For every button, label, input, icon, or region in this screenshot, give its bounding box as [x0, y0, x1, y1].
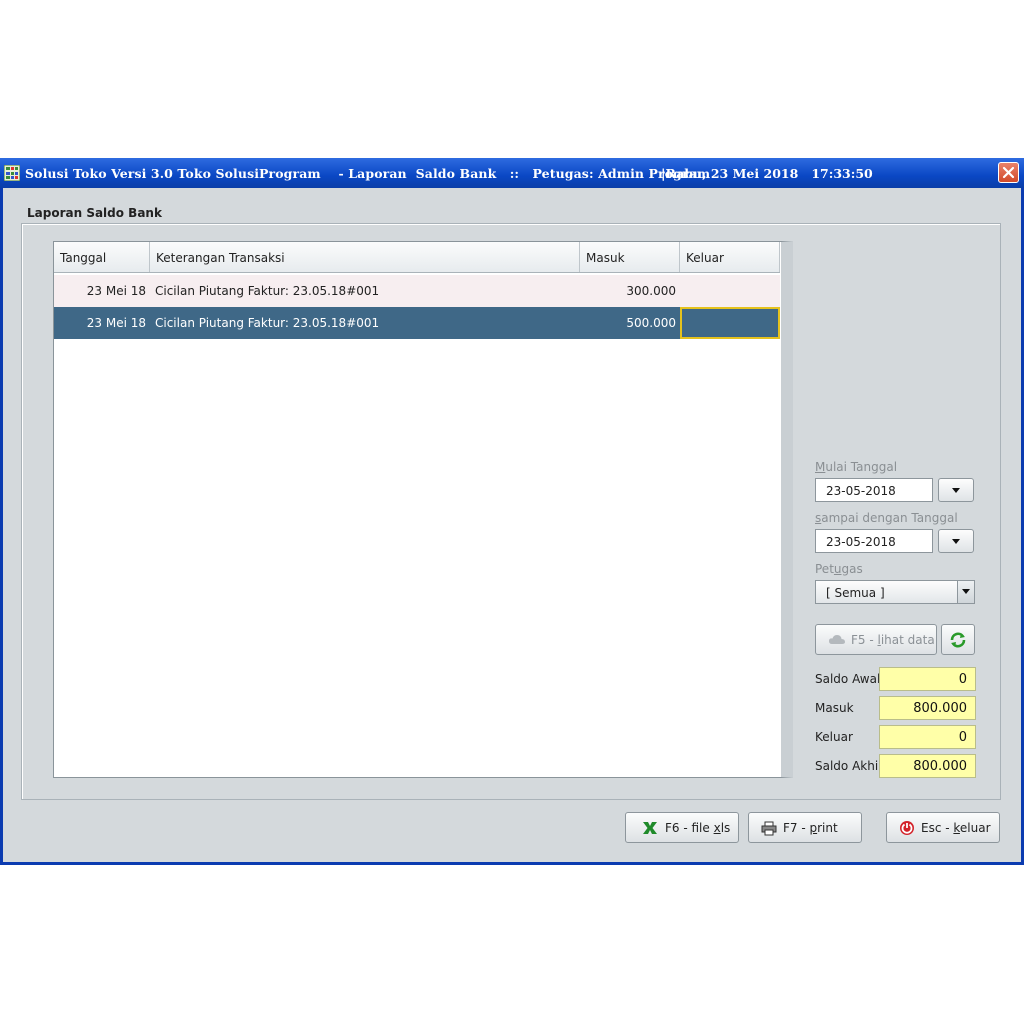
column-header-masuk[interactable]: Masuk	[580, 242, 680, 272]
petugas-selected-value: [ Semua ]	[826, 586, 885, 600]
dropdown-arrow-icon	[952, 539, 960, 544]
refresh-button[interactable]	[941, 624, 975, 655]
exit-icon	[900, 821, 914, 835]
table-row[interactable]: 23 Mei 18 Cicilan Piutang Faktur: 23.05.…	[54, 275, 780, 307]
masuk-label: Masuk	[815, 701, 854, 715]
title-bar: Solusi Toko Versi 3.0 Toko SolusiProgram…	[0, 158, 1024, 188]
app-grid-icon	[4, 165, 20, 181]
exit-button[interactable]: Esc - keluar	[886, 812, 1000, 843]
cell-keterangan: Cicilan Piutang Faktur: 23.05.18#001	[155, 316, 380, 330]
mulai-tanggal-input[interactable]: 23-05-2018	[815, 478, 933, 502]
print-button[interactable]: F7 - print	[748, 812, 862, 843]
saldo-akhir-label: Saldo Akhir	[815, 759, 884, 773]
column-header-keterangan[interactable]: Keterangan Transaksi	[150, 242, 580, 272]
panel-caption: Laporan Saldo Bank	[27, 206, 162, 220]
saldo-akhir-field: 800.000	[879, 754, 976, 778]
transactions-table[interactable]: Tanggal Keterangan Transaksi Masuk Kelua…	[53, 241, 793, 778]
sampai-tanggal-input[interactable]: 23-05-2018	[815, 529, 933, 553]
table-header: Tanggal Keterangan Transaksi Masuk Kelua…	[54, 242, 780, 273]
excel-icon	[643, 822, 657, 834]
cell-tanggal: 23 Mei 18	[86, 284, 146, 298]
table-row[interactable]: 23 Mei 18 Cicilan Piutang Faktur: 23.05.…	[54, 307, 780, 339]
client-area: Laporan Saldo Bank Tanggal Keterangan Tr…	[3, 188, 1021, 862]
lihat-data-button[interactable]: F5 - lihat data	[815, 624, 937, 655]
refresh-icon	[950, 632, 966, 648]
keluar-field: 0	[879, 725, 976, 749]
sampai-tanggal-label: sampai dengan Tanggal	[815, 511, 958, 525]
column-header-tanggal[interactable]: Tanggal	[54, 242, 150, 272]
cell-keterangan: Cicilan Piutang Faktur: 23.05.18#001	[155, 284, 380, 298]
keluar-label: Keluar	[815, 730, 853, 744]
cloud-icon	[829, 635, 845, 644]
window-datetime: |Rabu, 23 Mei 2018 17:33:50	[661, 166, 873, 181]
mulai-tanggal-dropdown-button[interactable]	[938, 478, 974, 502]
close-button[interactable]	[998, 162, 1019, 183]
petugas-label: Petugas	[815, 562, 863, 576]
cell-keluar	[680, 275, 776, 307]
column-header-keluar[interactable]: Keluar	[680, 242, 780, 272]
mulai-tanggal-label: Mulai Tanggal	[815, 460, 898, 474]
petugas-select[interactable]: [ Semua ]	[815, 580, 975, 604]
cell-tanggal: 23 Mei 18	[86, 316, 146, 330]
export-xls-button[interactable]: F6 - file xls	[625, 812, 739, 843]
dropdown-arrow-icon	[957, 581, 974, 603]
saldo-awal-field: 0	[879, 667, 976, 691]
cell-masuk: 300.000	[626, 284, 676, 298]
window-title: Solusi Toko Versi 3.0 Toko SolusiProgram…	[25, 166, 711, 181]
dropdown-arrow-icon	[952, 488, 960, 493]
cell-masuk: 500.000	[626, 316, 676, 330]
cell-keluar-focused[interactable]	[680, 307, 780, 339]
close-icon	[1002, 166, 1015, 179]
masuk-field: 800.000	[879, 696, 976, 720]
printer-icon	[761, 821, 777, 836]
sampai-tanggal-dropdown-button[interactable]	[938, 529, 974, 553]
saldo-awal-label: Saldo Awal	[815, 672, 881, 686]
app-window: Solusi Toko Versi 3.0 Toko SolusiProgram…	[0, 158, 1024, 865]
